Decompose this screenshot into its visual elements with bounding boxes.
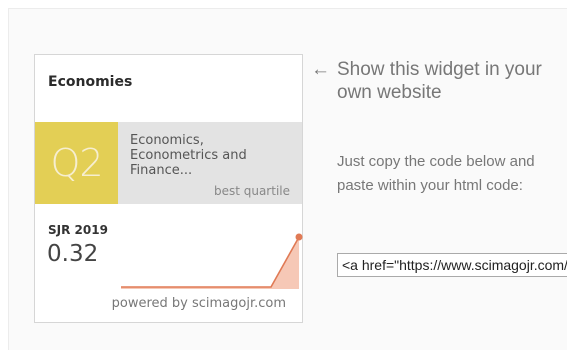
quartile-badge: Q2 — [35, 122, 118, 204]
widget-promo-heading: ← Show this widget in your own website — [311, 58, 561, 104]
quartile-value: Q2 — [50, 141, 103, 185]
category-name: Economics, Econometrics and Finance... — [130, 133, 247, 178]
sjr-value: 0.32 — [47, 241, 99, 267]
best-quartile-label: best quartile — [213, 184, 290, 198]
promo-instructions: Just copy the code below and paste withi… — [337, 153, 535, 194]
sjr-trend-area — [121, 237, 299, 289]
embed-code-field[interactable] — [337, 253, 567, 277]
scimago-widget[interactable]: Economies Q2 Economics, Econometrics and… — [34, 54, 303, 323]
sjr-label: SJR 2019 — [48, 223, 108, 237]
left-arrow-icon: ← — [311, 59, 330, 80]
quartile-row: Q2 Economics, Econometrics and Finance..… — [35, 122, 302, 204]
widget-section: Economies Q2 Economics, Econometrics and… — [8, 8, 567, 350]
sjr-trend-chart — [121, 233, 303, 289]
sjr-trend-point — [295, 233, 303, 241]
promo-heading-text: Show this widget in your own website — [337, 59, 542, 103]
powered-by-link[interactable]: powered by scimagojr.com — [112, 296, 286, 311]
sjr-trend-line — [121, 236, 300, 288]
journal-title: Economies — [48, 74, 133, 90]
